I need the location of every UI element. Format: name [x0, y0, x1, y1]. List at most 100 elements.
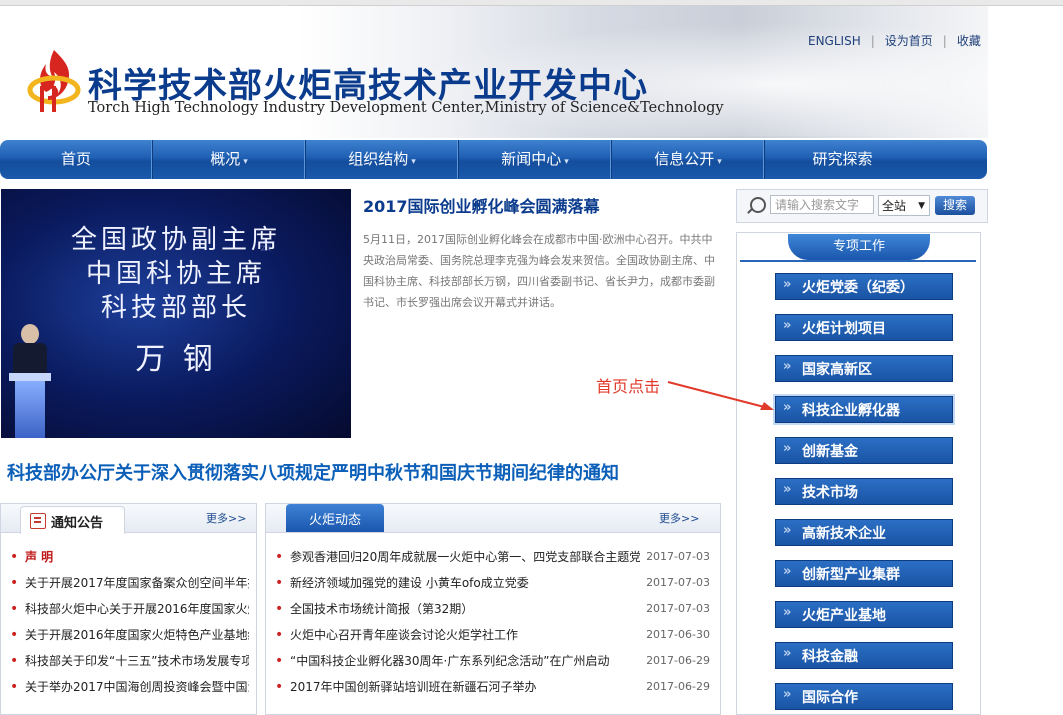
bullet-icon: • — [10, 549, 19, 565]
nav-item-home[interactable]: 首页 — [0, 140, 153, 179]
list-item-date: 2017-07-03 — [646, 576, 710, 589]
hero-line: 万 钢 — [135, 342, 217, 377]
list-item[interactable]: • 声 明 — [1, 544, 256, 570]
torch-news-list: • 参观香港回归20周年成就展一火炬中心第一、四党支部联合主题党日活动 2017-0… — [266, 544, 720, 700]
nav-item-news-center[interactable]: 新闻中心 ▾ — [459, 140, 612, 179]
special-item-party-committee[interactable]: » 火炬党委（纪委） — [775, 273, 953, 300]
double-chevron-icon: » — [783, 687, 792, 702]
special-item-label: 科技金融 — [802, 649, 858, 665]
set-homepage-link[interactable]: 设为首页 — [885, 34, 933, 48]
nav-item-label: 新闻中心 — [501, 150, 562, 168]
link-separator: | — [870, 34, 875, 48]
tab-label: 火炬动态 — [308, 513, 361, 528]
annotation-arrow-icon — [667, 381, 774, 410]
bullet-icon: • — [10, 575, 19, 591]
headline-summary: 5月11日，2017国际创业孵化峰会在成都市中国·欧洲中心召开。中共中央政治局常… — [363, 233, 715, 309]
list-item-text: 关于举办2017中国海创周投资峰会暨中国海外人才创新创业 — [25, 680, 249, 694]
list-item[interactable]: • 火炬中心召开青年座谈会讨论火炬学社工作 2017-06-30 — [266, 622, 720, 648]
headline-title[interactable]: 2017国际创业孵化峰会圆满落幕 — [363, 193, 600, 217]
special-item-industry-cluster[interactable]: » 创新型产业集群 — [775, 560, 953, 587]
list-item-text: 全国技术市场统计简报（第32期） — [290, 602, 474, 616]
list-item[interactable]: • 关于举办2017中国海创周投资峰会暨中国海外人才创新创业 — [1, 674, 256, 700]
special-item-industry-base[interactable]: » 火炬产业基地 — [775, 601, 953, 628]
special-item-innovation-fund[interactable]: » 创新基金 — [775, 437, 953, 464]
featured-notice-link[interactable]: 科技部办公厅关于深入贯彻落实八项规定严明中秋节和国庆节期间纪律的通知 — [7, 459, 619, 485]
chevron-down-icon: ▼ — [918, 201, 925, 211]
main-nav: 首页 概况 ▾ 组织结构 ▾ 新闻中心 ▾ 信息公开 ▾ 研究探索 — [0, 140, 987, 179]
special-item-label: 火炬产业基地 — [802, 608, 886, 624]
nav-item-label: 组织结构 — [348, 150, 409, 168]
nav-item-label: 信息公开 — [654, 150, 715, 168]
list-item[interactable]: • 关于开展2017年度国家备案众创空间半年报工作的通知 — [1, 570, 256, 596]
search-button[interactable]: 搜索 — [935, 196, 975, 215]
special-item-tech-market[interactable]: » 技术市场 — [775, 478, 953, 505]
list-item[interactable]: • 参观香港回归20周年成就展一火炬中心第一、四党支部联合主题党日活动 2017-0… — [266, 544, 720, 570]
double-chevron-icon: » — [783, 400, 792, 415]
nav-item-research[interactable]: 研究探索 — [765, 140, 920, 179]
nav-item-overview[interactable]: 概况 ▾ — [153, 140, 306, 179]
search-scope-select[interactable]: 全站 ▼ — [878, 195, 930, 216]
bullet-icon: • — [275, 653, 284, 669]
chevron-down-icon: ▾ — [411, 157, 416, 167]
list-item[interactable]: • 2017年中国创新驿站培训班在新疆石河子举办 2017-06-29 — [266, 674, 720, 700]
list-item[interactable]: • 科技部关于印发“十三五”技术市场发展专项规划的通知 — [1, 648, 256, 674]
list-item-date: 2017-07-03 — [646, 602, 710, 615]
special-item-torch-program[interactable]: » 火炬计划项目 — [775, 314, 953, 341]
torch-logo-icon — [27, 50, 81, 112]
double-chevron-icon: » — [783, 359, 792, 374]
special-item-label: 火炬计划项目 — [802, 321, 886, 337]
list-item-text: “中国科技企业孵化器30周年·广东系列纪念活动”在广州启动 — [290, 654, 610, 668]
hero-faint-text: 会 — [259, 239, 273, 254]
more-link[interactable]: 更多>> — [659, 510, 699, 526]
annotation-label: 首页点击 — [596, 377, 661, 396]
list-item[interactable]: • 关于开展2016年度国家火炬特色产业基地统计工作的通知 — [1, 622, 256, 648]
special-item-tech-finance[interactable]: » 科技金融 — [775, 642, 953, 669]
special-item-national-hitech-zone[interactable]: » 国家高新区 — [775, 355, 953, 382]
tab-torch-news[interactable]: 火炬动态 — [286, 504, 384, 532]
list-item[interactable]: • 科技部火炬中心关于开展2016年度国家火炬特色产业基地 — [1, 596, 256, 622]
english-link[interactable]: ENGLISH — [808, 34, 861, 48]
more-link[interactable]: 更多>> — [206, 510, 246, 526]
list-item-text: 火炬中心召开青年座谈会讨论火炬学社工作 — [290, 628, 519, 642]
hero-line: 科技部部长 — [100, 293, 251, 323]
announcements-list: • 声 明 • 关于开展2017年度国家备案众创空间半年报工作的通知 • 科技部火炬中… — [1, 544, 256, 700]
podium — [15, 381, 45, 438]
link-separator: | — [942, 34, 947, 48]
special-item-label: 科技企业孵化器 — [802, 403, 900, 419]
double-chevron-icon: » — [783, 646, 792, 661]
special-item-incubator[interactable]: » 科技企业孵化器 — [775, 396, 953, 423]
search-input[interactable]: 请输入搜索文字 — [770, 195, 874, 214]
bullet-icon: • — [10, 627, 19, 643]
special-item-label: 火炬党委（纪委） — [802, 280, 914, 296]
tab-announcements[interactable]: 通知公告 — [20, 506, 125, 534]
list-item-text: 参观香港回归20周年成就展一火炬中心第一、四党支部联合主题党日活动 — [290, 550, 640, 564]
list-item[interactable]: • “中国科技企业孵化器30周年·广东系列纪念活动”在广州启动 2017-06-29 — [266, 648, 720, 674]
list-item-text: 新经济领域加强党的建设 小黄车ofo成立党委 — [290, 576, 529, 590]
bullet-icon: • — [10, 679, 19, 695]
special-item-international[interactable]: » 国际合作 — [775, 683, 953, 710]
special-work-title: 专项工作 — [788, 234, 930, 260]
special-item-hitech-enterprise[interactable]: » 高新技术企业 — [775, 519, 953, 546]
list-item[interactable]: • 新经济领域加强党的建设 小黄车ofo成立党委 2017-07-03 — [266, 570, 720, 596]
nav-item-label: 首页 — [60, 150, 91, 168]
bookmark-link[interactable]: 收藏 — [957, 34, 981, 48]
chevron-down-icon: ▾ — [564, 157, 569, 167]
list-item-text: 科技部火炬中心关于开展2016年度国家火炬特色产业基地 — [25, 602, 249, 616]
hero-image[interactable]: 全国政协副主席 中国科协主席 科技部部长 万 钢 会 — [1, 189, 351, 438]
special-work-divider — [740, 260, 976, 262]
nav-item-info-disclosure[interactable]: 信息公开 ▾ — [612, 140, 765, 179]
double-chevron-icon: » — [783, 318, 792, 333]
header-links: ENGLISH | 设为首页 | 收藏 — [808, 32, 981, 49]
chevron-down-icon: ▾ — [717, 157, 722, 167]
announcements-panel: 通知公告 更多>> • 声 明 • 关于开展2017年度国家备案众创空间半年报工作的… — [0, 503, 257, 715]
bullet-icon: • — [10, 653, 19, 669]
search-scope-value: 全站 — [882, 199, 907, 213]
double-chevron-icon: » — [783, 605, 792, 620]
list-item-text: 关于开展2016年度国家火炬特色产业基地统计工作的通知 — [25, 628, 249, 642]
bullet-icon: • — [275, 679, 284, 695]
list-item[interactable]: • 全国技术市场统计简报（第32期） 2017-07-03 — [266, 596, 720, 622]
list-item-text: 2017年中国创新驿站培训班在新疆石河子举办 — [290, 680, 537, 694]
nav-item-organization[interactable]: 组织结构 ▾ — [306, 140, 459, 179]
double-chevron-icon: » — [783, 482, 792, 497]
notice-icon — [30, 513, 46, 529]
